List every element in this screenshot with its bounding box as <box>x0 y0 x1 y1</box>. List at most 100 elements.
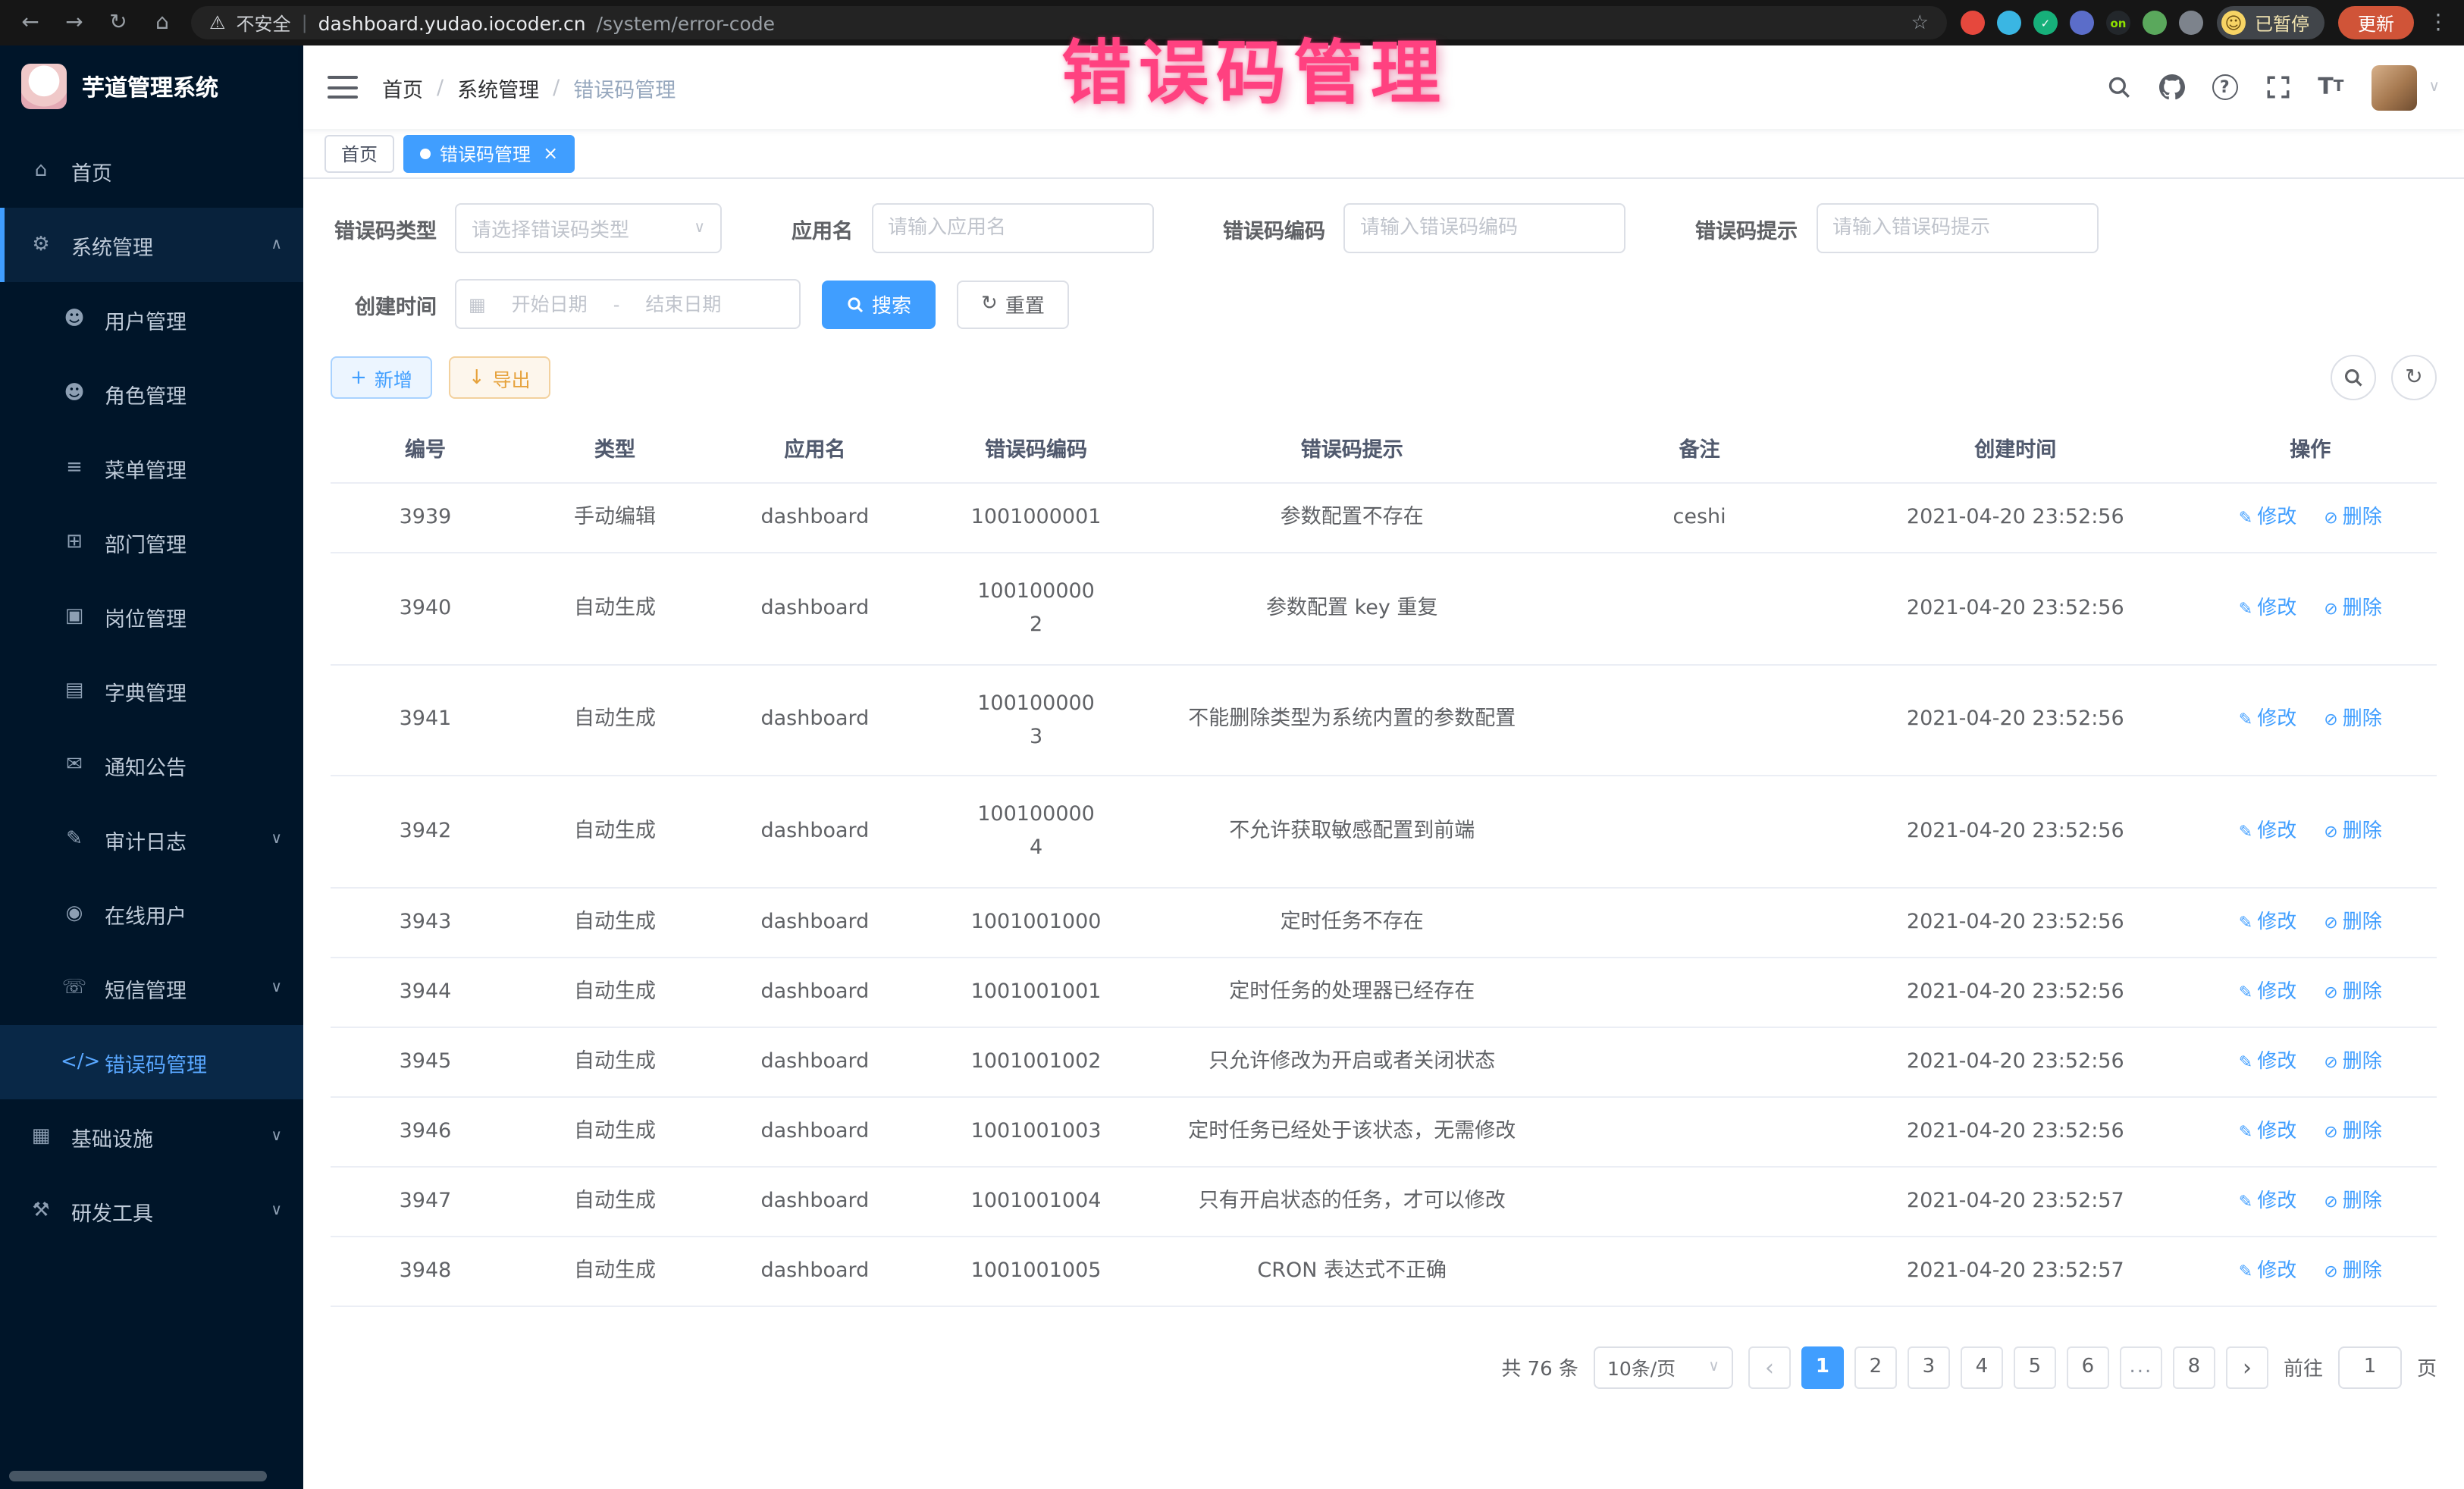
tab-错误码管理[interactable]: 错误码管理× <box>403 134 575 172</box>
edit-link[interactable]: ✎修改 <box>2239 819 2296 845</box>
edit-link[interactable]: ✎修改 <box>2239 979 2296 1005</box>
extension-drop-icon[interactable] <box>1997 11 2021 35</box>
add-button[interactable]: + 新增 <box>331 356 432 399</box>
page-button-3[interactable]: 3 <box>1908 1346 1950 1388</box>
sidebar-item-online-users[interactable]: ◉在线用户 <box>0 876 303 951</box>
edit-link[interactable]: ✎修改 <box>2239 707 2296 733</box>
prev-page-button[interactable]: ‹ <box>1748 1346 1791 1388</box>
page-button-2[interactable]: 2 <box>1854 1346 1897 1388</box>
profile-paused-badge[interactable]: ☺ 已暂停 <box>2217 6 2324 39</box>
breadcrumb-item[interactable]: 系统管理 <box>457 72 539 102</box>
extension-people-icon[interactable] <box>2070 11 2094 35</box>
toolbar: + 新增 ↓ 导出 ↻ <box>331 355 2437 400</box>
page-size-select[interactable]: 10条/页 ∨ <box>1594 1346 1733 1388</box>
edit-link[interactable]: ✎修改 <box>2239 1188 2296 1214</box>
chevron-down-icon[interactable]: ∨ <box>2428 79 2440 96</box>
browser-update-button[interactable]: 更新 <box>2338 6 2414 39</box>
pager-ellipsis[interactable]: ... <box>2120 1346 2162 1388</box>
search-icon[interactable] <box>2105 74 2131 100</box>
reload-icon[interactable]: ↻ <box>103 11 133 35</box>
extension-puzzle-icon[interactable] <box>2179 11 2203 35</box>
tab-首页[interactable]: 首页 <box>324 134 394 172</box>
delete-link[interactable]: ⊘删除 <box>2324 1118 2381 1144</box>
sidebar-item-departments[interactable]: ⊞部门管理 <box>0 505 303 579</box>
sidebar-item-dictionary[interactable]: ▤字典管理 <box>0 654 303 728</box>
sidebar-item-system[interactable]: ⚙系统管理∧ <box>0 208 303 282</box>
error-code-input[interactable] <box>1343 203 1625 253</box>
avatar[interactable] <box>2371 64 2416 110</box>
browser-home-icon[interactable]: ⌂ <box>147 11 177 35</box>
audit-icon: ✎ <box>61 828 88 851</box>
edit-link[interactable]: ✎修改 <box>2239 909 2296 935</box>
sidebar-item-notice[interactable]: ✉通知公告 <box>0 728 303 802</box>
sidebar-scrollbar[interactable] <box>9 1471 267 1481</box>
sidebar-item-audit-log[interactable]: ✎审计日志∨ <box>0 802 303 876</box>
github-icon[interactable] <box>2158 74 2184 100</box>
app-name-input[interactable] <box>871 203 1153 253</box>
edit-link[interactable]: ✎修改 <box>2239 1118 2296 1144</box>
delete-link[interactable]: ⊘删除 <box>2324 505 2381 531</box>
error-hint-input[interactable] <box>1816 203 2098 253</box>
help-icon[interactable]: ? <box>2212 74 2237 100</box>
extension-red-icon[interactable] <box>1961 11 1985 35</box>
sidebar-item-dev-tools[interactable]: ⚒研发工具∨ <box>0 1174 303 1248</box>
font-size-icon[interactable]: TT <box>2318 76 2343 99</box>
page-button-4[interactable]: 4 <box>1961 1346 2003 1388</box>
extension-check-icon[interactable]: ✓ <box>2033 11 2058 35</box>
breadcrumb-item[interactable]: 首页 <box>382 72 423 102</box>
error-type-select[interactable]: 请选择错误码类型 ∨ <box>455 203 722 253</box>
browser-menu-icon[interactable]: ⋮ <box>2428 11 2449 35</box>
sidebar-item-roles[interactable]: ☻角色管理 <box>0 356 303 431</box>
cell-remark <box>1552 1027 1847 1096</box>
sidebar-item-home[interactable]: ⌂首页 <box>0 133 303 208</box>
page-button-6[interactable]: 6 <box>2067 1346 2109 1388</box>
edit-link[interactable]: ✎修改 <box>2239 1258 2296 1284</box>
show-search-button[interactable] <box>2331 355 2376 400</box>
delete-link[interactable]: ⊘删除 <box>2324 1188 2381 1214</box>
end-date-input[interactable] <box>625 293 741 315</box>
address-bar[interactable]: ⚠ 不安全 | dashboard.yudao.iocoder.cn/syste… <box>191 6 1947 39</box>
start-date-input[interactable] <box>492 293 607 315</box>
edit-link[interactable]: ✎修改 <box>2239 596 2296 622</box>
delete-link[interactable]: ⊘删除 <box>2324 909 2381 935</box>
edit-icon: ✎ <box>2239 1188 2252 1214</box>
sidebar-item-users[interactable]: ☻用户管理 <box>0 282 303 356</box>
close-icon[interactable]: × <box>543 144 558 162</box>
page-button-5[interactable]: 5 <box>2014 1346 2056 1388</box>
export-button[interactable]: ↓ 导出 <box>449 356 550 399</box>
goto-page-input[interactable] <box>2338 1346 2402 1388</box>
sidebar-item-sms[interactable]: ☏短信管理∨ <box>0 951 303 1025</box>
reset-button[interactable]: ↻ 重置 <box>957 280 1069 328</box>
cell-app: dashboard <box>710 664 920 776</box>
refresh-button[interactable]: ↻ <box>2391 355 2437 400</box>
delete-link[interactable]: ⊘删除 <box>2324 819 2381 845</box>
table-tools: ↻ <box>2331 355 2437 400</box>
next-page-button[interactable]: › <box>2226 1346 2268 1388</box>
cell-time: 2021-04-20 23:52:57 <box>1847 1236 2183 1306</box>
sidebar-item-infrastructure[interactable]: ▦基础设施∨ <box>0 1099 303 1174</box>
extension-leaf-icon[interactable] <box>2143 11 2167 35</box>
page-button-8[interactable]: 8 <box>2173 1346 2215 1388</box>
sidebar-item-menus[interactable]: ≡菜单管理 <box>0 431 303 505</box>
edit-link[interactable]: ✎修改 <box>2239 505 2296 531</box>
hamburger-menu-icon[interactable] <box>328 76 358 99</box>
sidebar-item-positions[interactable]: ▣岗位管理 <box>0 579 303 654</box>
fullscreen-icon[interactable] <box>2265 74 2290 100</box>
delete-link[interactable]: ⊘删除 <box>2324 979 2381 1005</box>
delete-link[interactable]: ⊘删除 <box>2324 1258 2381 1284</box>
forward-icon[interactable]: → <box>59 11 89 35</box>
delete-link[interactable]: ⊘删除 <box>2324 707 2381 733</box>
sidebar-item-error-code[interactable]: </>错误码管理 <box>0 1025 303 1099</box>
extension-on-badge-icon[interactable]: on <box>2106 11 2130 35</box>
cell-hint: 只有开启状态的任务，才可以修改 <box>1152 1166 1552 1236</box>
bookmark-star-icon[interactable]: ☆ <box>1911 11 1929 34</box>
page-button-1[interactable]: 1 <box>1801 1346 1844 1388</box>
search-button[interactable]: 搜索 <box>822 280 936 328</box>
logo[interactable]: 芋道管理系统 <box>0 45 303 127</box>
cell-id: 3948 <box>331 1236 520 1306</box>
edit-link[interactable]: ✎修改 <box>2239 1049 2296 1074</box>
create-time-range-picker[interactable]: ▦ - <box>455 279 801 329</box>
delete-link[interactable]: ⊘删除 <box>2324 596 2381 622</box>
back-icon[interactable]: ← <box>15 11 45 35</box>
delete-link[interactable]: ⊘删除 <box>2324 1049 2381 1074</box>
